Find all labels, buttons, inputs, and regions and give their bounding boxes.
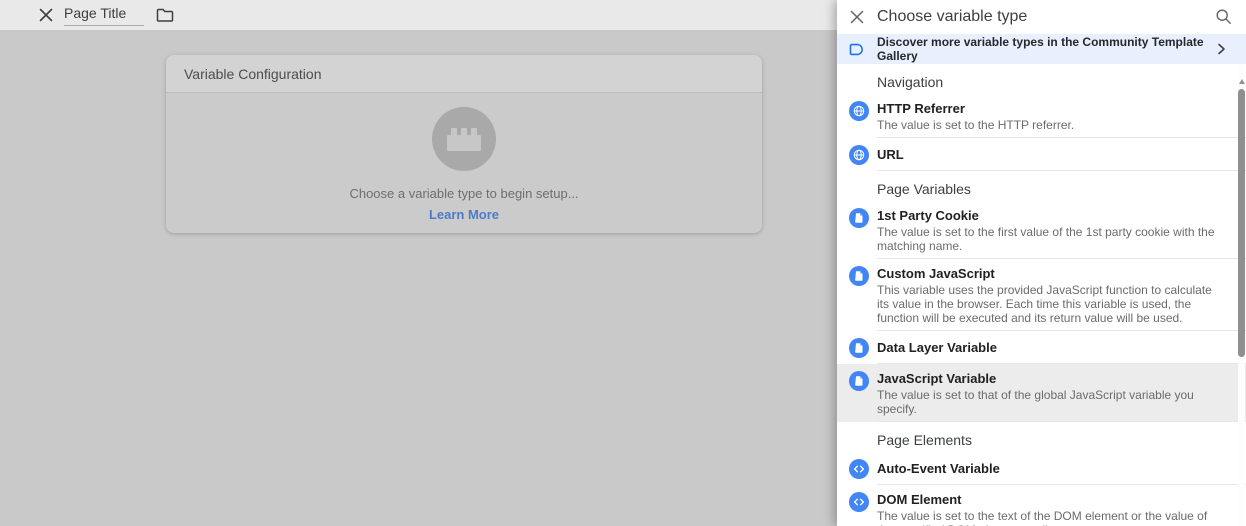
document-icon (849, 266, 869, 286)
choose-variable-type-panel: Choose variable type Discover more varia… (837, 0, 1246, 526)
variable-configuration-card: Variable Configuration Choose a variable… (166, 55, 762, 233)
folder-icon[interactable] (156, 7, 174, 23)
variable-type-name: Data Layer Variable (877, 339, 1216, 356)
variable-type-name: JavaScript Variable (877, 370, 1216, 387)
page-title-field[interactable]: Page Title (64, 5, 144, 26)
panel-header: Choose variable type (837, 0, 1246, 34)
variable-type-name: Auto-Event Variable (877, 460, 1216, 477)
variable-type-item[interactable]: Custom JavaScript This variable uses the… (837, 259, 1246, 331)
learn-more-link[interactable]: Learn More (429, 207, 499, 222)
workspace-content: Variable Configuration Choose a variable… (0, 30, 837, 526)
variable-type-name: Custom JavaScript (877, 265, 1216, 282)
document-icon (849, 338, 869, 358)
scrollbar-up-arrow[interactable] (1238, 79, 1245, 85)
document-icon (849, 208, 869, 228)
code-icon (849, 459, 869, 479)
close-icon[interactable] (849, 9, 865, 25)
search-icon[interactable] (1215, 8, 1232, 25)
banner-text: Discover more variable types in the Comm… (877, 35, 1246, 63)
code-icon (849, 492, 869, 512)
variable-type-item[interactable]: 1st Party Cookie The value is set to the… (837, 201, 1246, 259)
variable-type-item[interactable]: HTTP Referrer The value is set to the HT… (837, 94, 1246, 138)
variable-type-description: This variable uses the provided JavaScri… (877, 283, 1216, 325)
workspace: Page Title Variable Configuration Choose… (0, 0, 837, 526)
variable-type-item[interactable]: URL (837, 138, 1246, 171)
variable-type-item[interactable]: Data Layer Variable (837, 331, 1246, 364)
gallery-tag-icon (849, 41, 866, 58)
document-icon (849, 371, 869, 391)
variable-type-item[interactable]: Auto-Event Variable (837, 452, 1246, 485)
variable-type-name: HTTP Referrer (877, 100, 1216, 117)
community-gallery-banner[interactable]: Discover more variable types in the Comm… (837, 34, 1246, 64)
variable-type-item[interactable]: JavaScript Variable The value is set to … (837, 364, 1246, 422)
card-placeholder-text: Choose a variable type to begin setup... (349, 186, 578, 201)
card-body: Choose a variable type to begin setup...… (166, 93, 762, 232)
close-icon[interactable] (38, 7, 54, 23)
variable-type-list: Navigation HTTP Referrer The value is se… (837, 64, 1246, 526)
variable-type-item[interactable]: DOM Element The value is set to the text… (837, 485, 1246, 526)
card-title: Variable Configuration (184, 66, 322, 82)
variable-section: Page Variables 1st Party Cookie The valu… (837, 171, 1246, 422)
chevron-right-icon (1214, 42, 1228, 56)
panel-title: Choose variable type (877, 8, 1027, 26)
card-header: Variable Configuration (166, 55, 762, 93)
scrollbar-thumb[interactable] (1238, 89, 1245, 357)
section-label: Page Variables (837, 171, 1246, 201)
globe-icon (849, 145, 869, 165)
variable-type-name: URL (877, 146, 1216, 163)
variable-type-description: The value is set to the first value of t… (877, 225, 1216, 253)
section-label: Page Elements (837, 422, 1246, 452)
variable-type-name: 1st Party Cookie (877, 207, 1216, 224)
variable-section: Navigation HTTP Referrer The value is se… (837, 64, 1246, 171)
workspace-topbar: Page Title (0, 0, 837, 30)
variable-brick-icon (432, 107, 496, 171)
variable-section: Page Elements Auto-Event Variable DOM El… (837, 422, 1246, 526)
section-label: Navigation (837, 64, 1246, 94)
globe-icon (849, 101, 869, 121)
variable-type-description: The value is set to the HTTP referrer. (877, 118, 1216, 132)
variable-type-description: The value is set to the text of the DOM … (877, 509, 1216, 526)
variable-type-description: The value is set to that of the global J… (877, 388, 1216, 416)
variable-type-name: DOM Element (877, 491, 1216, 508)
